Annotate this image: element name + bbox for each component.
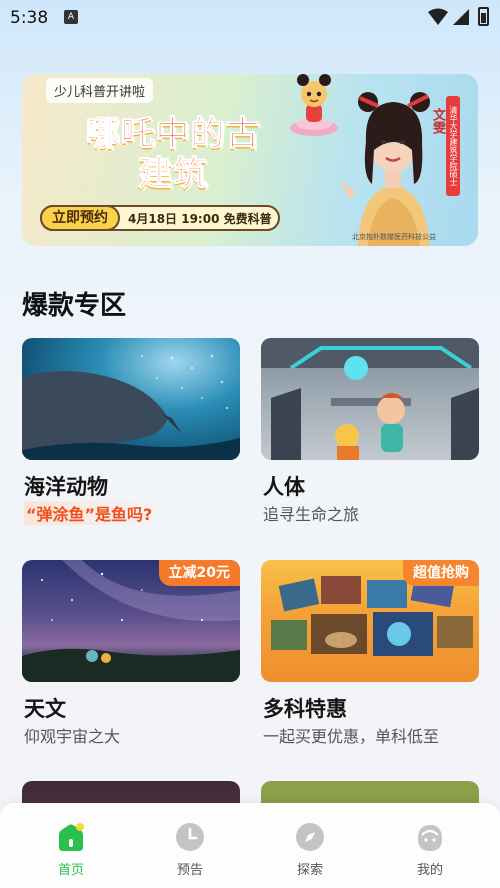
card-subtitle: “弹涂鱼”是鱼吗?	[24, 501, 167, 525]
banner-title: 哪吒中的古建筑	[85, 114, 261, 195]
banner-cta-text: 4月18日 19:00 免费科普	[128, 212, 272, 226]
tab-label: 我的	[416, 863, 443, 878]
tab-preview[interactable]: 预告	[150, 821, 230, 878]
astronomy-thumbnail: 立减20元	[22, 560, 240, 682]
tab-label: 预告	[176, 863, 203, 878]
status-bar: 5:38 A	[0, 0, 500, 34]
tab-label: 首页	[57, 863, 84, 878]
tab-label: 探索	[296, 863, 323, 878]
mascot-illustration	[290, 74, 338, 136]
status-time: 5:38	[10, 8, 49, 28]
course-card-bundle[interactable]: 超值抢购 多科特惠 一起买更优惠，单科低至	[261, 560, 479, 746]
course-card-astronomy[interactable]: 立减20元 天文 仰观宇宙之大	[22, 560, 240, 746]
robot-lab-illustration	[261, 338, 479, 460]
home-icon	[59, 823, 84, 851]
card-title: 人体	[263, 475, 305, 499]
a-letter-icon: A	[64, 10, 78, 24]
banner-footnote: 北京抱朴数媒医药科技公益	[352, 233, 436, 241]
card-subtitle: 一起买更优惠，单科低至	[263, 727, 440, 746]
signal-icon	[453, 9, 469, 25]
course-card-ocean[interactable]: 海洋动物 “弹涂鱼”是鱼吗?	[22, 338, 240, 525]
card-title: 多科特惠	[263, 697, 347, 721]
banner-cta[interactable]: 立即预约 4月18日 19:00 免费科普	[40, 205, 280, 231]
battery-icon	[478, 7, 489, 26]
discount-badge: 立减20元	[158, 560, 240, 586]
deal-badge: 超值抢购	[403, 560, 479, 586]
compass-icon	[296, 823, 324, 851]
promo-banner[interactable]: 少儿科普开讲啦 哪吒中的古建筑 文雯 清华大学建筑学院硕士 立即预约 4月18日…	[22, 74, 478, 246]
bundle-thumbnail: 超值抢购	[261, 560, 479, 682]
presenter-ribbon: 清华大学建筑学院硕士	[446, 96, 460, 196]
card-subtitle: 仰观宇宙之大	[24, 727, 121, 746]
presenter-name: 文雯	[430, 108, 445, 134]
profile-icon	[418, 825, 442, 851]
presenter-photo	[340, 92, 430, 246]
banner-tag: 少儿科普开讲啦	[46, 78, 154, 103]
bottom-tab-bar: 首页 预告 探索 我的	[0, 803, 500, 888]
tab-home[interactable]: 首页	[31, 821, 111, 878]
card-title: 海洋动物	[24, 475, 108, 499]
section-title: 爆款专区	[22, 291, 127, 321]
card-title: 天文	[24, 697, 66, 721]
reserve-button[interactable]: 立即预约	[40, 205, 120, 231]
wifi-icon	[428, 8, 448, 25]
body-thumbnail	[261, 338, 479, 460]
tab-profile[interactable]: 我的	[390, 821, 470, 878]
course-card-body[interactable]: 人体 追寻生命之旅	[261, 338, 479, 524]
card-subtitle: 追寻生命之旅	[263, 505, 360, 524]
ocean-thumbnail	[22, 338, 240, 460]
whale-illustration	[22, 354, 240, 460]
clock-icon	[176, 823, 204, 851]
tab-explore[interactable]: 探索	[270, 821, 350, 878]
